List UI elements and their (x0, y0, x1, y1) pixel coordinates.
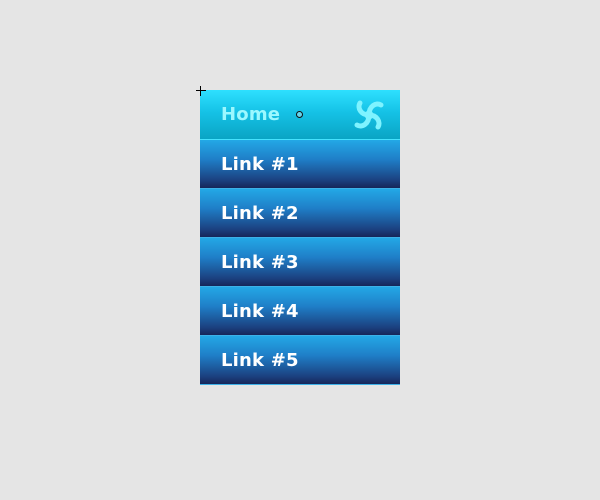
menu-item-link-4-label: Link #4 (221, 300, 299, 322)
menu-item-link-5-label: Link #5 (221, 349, 299, 371)
menu-item-link-2[interactable]: Link #2 (200, 189, 400, 238)
sidebar-menu: Home Link #1 Link #2 Link #3 Link #4 Lin… (200, 90, 400, 385)
menu-item-home-label: Home (221, 104, 281, 125)
menu-item-link-3-label: Link #3 (221, 251, 299, 273)
menu-item-home[interactable]: Home (200, 90, 400, 140)
menu-item-link-3[interactable]: Link #3 (200, 238, 400, 287)
menu-item-link-4[interactable]: Link #4 (200, 287, 400, 336)
menu-item-link-1[interactable]: Link #1 (200, 140, 400, 189)
menu-item-link-1-label: Link #1 (221, 153, 299, 175)
menu-item-link-2-label: Link #2 (221, 202, 299, 224)
menu-item-link-5[interactable]: Link #5 (200, 336, 400, 385)
swirl-logo-icon (354, 100, 384, 130)
